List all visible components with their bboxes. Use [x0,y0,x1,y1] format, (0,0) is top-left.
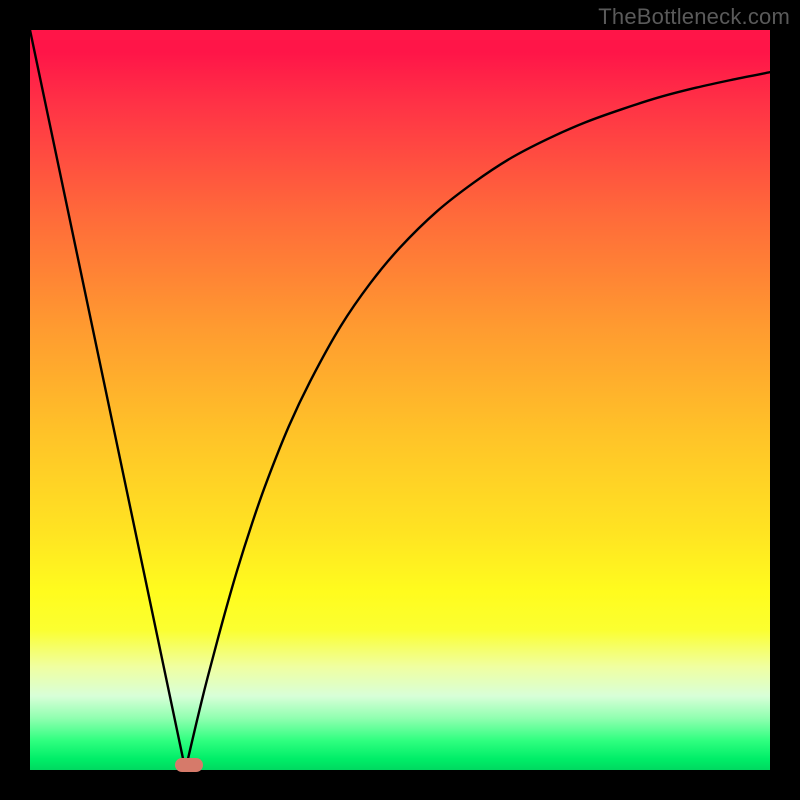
curve-path [30,30,770,770]
plot-area [30,30,770,770]
bottleneck-curve [30,30,770,770]
watermark-text: TheBottleneck.com [598,4,790,30]
optimum-marker [175,758,203,772]
